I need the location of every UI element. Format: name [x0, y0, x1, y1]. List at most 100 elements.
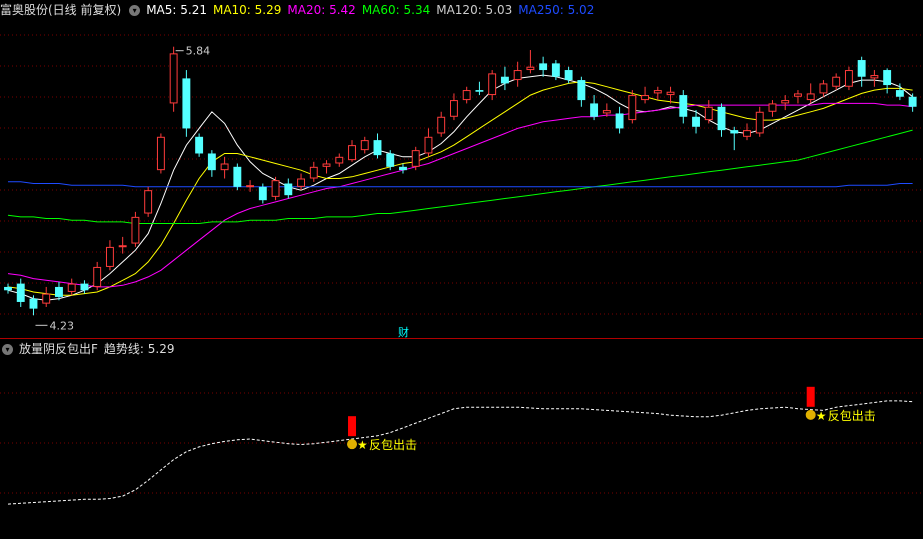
candle-body [653, 90, 662, 94]
candle [42, 286, 51, 307]
candle [220, 156, 229, 179]
candle [819, 80, 828, 97]
candle [832, 73, 841, 91]
indicator-title: 放量阴反包出F [19, 342, 98, 356]
candle [105, 240, 114, 271]
candle-body [883, 70, 892, 86]
ma-legend-item: MA250: 5.02 [518, 3, 595, 17]
candle [360, 136, 369, 154]
candle-body [55, 286, 63, 297]
candle [4, 283, 12, 294]
candle-body [386, 153, 395, 167]
candle [768, 100, 777, 117]
candle [475, 81, 484, 96]
ma-legend-item: MA60: 5.34 [361, 3, 431, 17]
candle-body [704, 106, 713, 121]
candle [717, 103, 726, 137]
candle-body [908, 96, 917, 107]
candle-body [666, 91, 675, 96]
signal-bar [806, 386, 815, 407]
candle [335, 153, 344, 167]
candle-body [602, 110, 611, 114]
candle-body [641, 95, 650, 101]
candle [131, 211, 140, 247]
candle [628, 90, 637, 124]
trend-line-path [7, 400, 913, 505]
candle-body [590, 103, 599, 117]
signal-label: 反包出击 [828, 409, 876, 423]
signals: ★ 反包出击★ 反包出击 [347, 386, 876, 452]
stock-title: 富奥股份(日线 前复权) [0, 3, 122, 17]
candle [679, 90, 688, 124]
candle-body [615, 113, 624, 129]
candle-body [768, 103, 777, 112]
candle [615, 106, 624, 134]
candle-body [373, 140, 382, 156]
star-icon: ★ [816, 409, 827, 423]
low-label: 4.23 [49, 319, 73, 332]
ma-line-ma20 [7, 102, 913, 288]
candle-body [220, 163, 229, 171]
candle-body [857, 60, 866, 77]
candle-body [832, 76, 841, 87]
candle-body [233, 166, 242, 187]
candle [641, 86, 650, 104]
candle [500, 66, 509, 91]
candle-body [449, 100, 458, 117]
candle-body [895, 90, 904, 97]
candle [156, 133, 165, 174]
candle [704, 100, 713, 124]
candle-body [169, 53, 178, 104]
candle-body [67, 283, 76, 292]
candle-body [819, 83, 828, 94]
candle [806, 83, 815, 104]
candle [16, 278, 25, 307]
candle [284, 178, 293, 199]
candle-body [437, 116, 446, 134]
candle [93, 261, 102, 291]
candle [411, 146, 420, 171]
candle [513, 61, 522, 87]
ma-legend-item: MA120: 5.03 [436, 3, 513, 17]
indicator-header: ▾ 放量阴反包出F 趋势线: 5.29 [0, 340, 180, 358]
candle-body [806, 93, 815, 101]
candle-body [156, 136, 165, 171]
candle-body [870, 75, 879, 79]
candle [743, 123, 751, 141]
candle [526, 50, 535, 74]
ma-legend-item: MA5: 5.21 [146, 3, 207, 17]
kline-chart[interactable]: 5.844.23财 ★ 反包出击★ 反包出击 [0, 0, 923, 539]
candle-body [679, 95, 688, 117]
candle [169, 46, 178, 112]
candle-body [755, 111, 764, 134]
candle [195, 133, 204, 157]
candle [182, 70, 191, 137]
chevron-down-icon[interactable]: ▾ [2, 343, 13, 355]
candle-body [730, 130, 739, 134]
signal-label: 反包出击 [369, 438, 417, 452]
candle-body [297, 178, 305, 187]
candle [870, 70, 879, 87]
candle [577, 76, 586, 107]
ma-lines [7, 74, 913, 301]
candle-body [144, 190, 153, 214]
candle-body [105, 246, 114, 267]
chevron-down-icon[interactable]: ▾ [129, 4, 141, 16]
candle-body [551, 63, 560, 77]
candle [348, 140, 356, 162]
candle-body [462, 90, 471, 101]
candle [207, 150, 216, 177]
candle-body [692, 116, 700, 127]
candle-body [564, 70, 573, 81]
finance-marker[interactable]: 财 [398, 325, 409, 339]
moneybag-icon [347, 439, 358, 450]
candle [118, 236, 127, 254]
candle-body [16, 283, 25, 302]
grid-lines [0, 34, 923, 494]
candle [666, 86, 675, 104]
candle-body [271, 180, 280, 197]
candle-body [80, 283, 89, 291]
ma-line-ma10 [7, 81, 913, 296]
candle [144, 186, 153, 217]
candle [539, 56, 548, 77]
